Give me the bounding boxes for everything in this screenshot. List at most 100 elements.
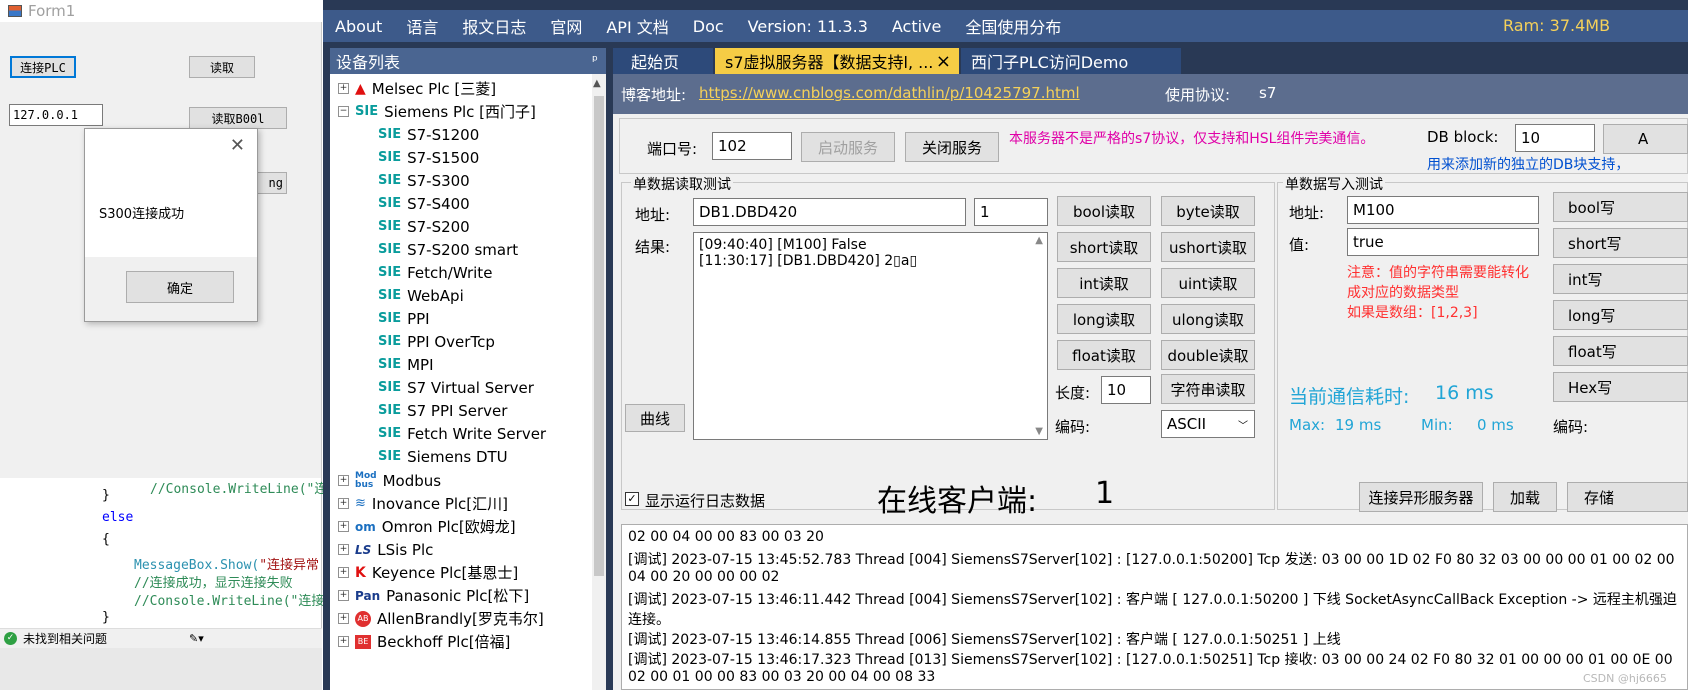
tree-item-s7-s200[interactable]: SIE S7-S200	[378, 214, 470, 239]
tree-item-s7-s300[interactable]: SIE S7-S300	[378, 168, 470, 193]
stop-service-button[interactable]: 关闭服务	[905, 132, 999, 162]
ok-button[interactable]: 确定	[126, 271, 234, 303]
tree-item-s7-s200-smart[interactable]: SIE S7-S200 smart	[378, 237, 518, 262]
menu-api-doc[interactable]: API 文档	[594, 14, 680, 38]
tab-siemens-demo[interactable]: 西门子PLC访问Demo	[961, 48, 1181, 74]
load-button[interactable]: 加载	[1493, 482, 1557, 512]
ulong-read-button[interactable]: ulong读取	[1161, 304, 1255, 334]
result-box[interactable]: [09:40:40] [M100] False [11:30:17] [DB1.…	[693, 232, 1048, 440]
length-input[interactable]: 10	[1101, 376, 1151, 404]
tree-item-omron[interactable]: + om Omron Plc[欧姆龙]	[338, 514, 516, 539]
start-service-button[interactable]: 启动服务	[801, 132, 895, 162]
long-read-button[interactable]: long读取	[1057, 304, 1151, 334]
port-input[interactable]: 102	[712, 132, 792, 160]
collapse-icon[interactable]: −	[338, 106, 349, 117]
short-write-button[interactable]: short写	[1553, 228, 1688, 258]
tab-s7-virtual-server[interactable]: s7虚拟服务器【数据支持l, ... ×	[715, 48, 959, 74]
tree-item-melsec[interactable]: + ▲ Melsec Plc [三菱]	[338, 76, 496, 101]
bool-write-button[interactable]: bool写	[1553, 192, 1688, 222]
menu-about[interactable]: About	[323, 17, 394, 36]
menu-message-log[interactable]: 报文日志	[450, 14, 538, 38]
encoding-select[interactable]: ASCII ﹀	[1161, 410, 1255, 438]
float-write-button[interactable]: float写	[1553, 336, 1688, 366]
log-line: 02 00 04 00 00 83 00 03 20	[628, 529, 824, 545]
bool-read-button[interactable]: bool读取	[1057, 196, 1151, 226]
blog-link[interactable]: https://www.cnblogs.com/dathlin/p/104257…	[699, 84, 1080, 102]
code-editor[interactable]: //Console.WriteLine("连接 } else { Message…	[0, 478, 340, 628]
short-read-button[interactable]: short读取	[1057, 232, 1151, 262]
add-db-button[interactable]: A	[1603, 124, 1688, 154]
show-log-checkbox[interactable]: ✓	[625, 492, 639, 506]
menu-version[interactable]: Version: 11.3.3	[736, 17, 880, 36]
tree-item-inovance[interactable]: + ≋ Inovance Plc[汇川]	[338, 491, 508, 516]
tree-item-beckhoff[interactable]: + BE Beckhoff Plc[倍福]	[338, 629, 510, 654]
expand-icon[interactable]: +	[338, 475, 349, 486]
connect-plc-button[interactable]: 连接PLC	[10, 56, 76, 78]
tree-item-s7-s1500[interactable]: SIE S7-S1500	[378, 145, 479, 170]
string-read-button[interactable]: 字符串读取	[1161, 374, 1255, 404]
scroll-up-icon[interactable]: ▲	[593, 78, 601, 89]
write-address-input[interactable]: M100	[1347, 196, 1539, 224]
close-icon[interactable]: ✕	[230, 135, 245, 156]
expand-icon[interactable]: +	[338, 590, 349, 601]
scroll-up-icon[interactable]: ▲	[1035, 235, 1043, 246]
tree-item-mpi[interactable]: SIE MPI	[378, 352, 434, 377]
tab-start-page[interactable]: 起始页	[613, 48, 713, 74]
db-block-input[interactable]: 10	[1515, 124, 1595, 152]
tree-item-ppi-overtcp[interactable]: SIE PPI OverTcp	[378, 329, 495, 354]
read-count-input[interactable]: 1	[974, 198, 1048, 226]
log-output[interactable]: 02 00 04 00 00 83 00 03 20 [调试] 2023-07-…	[621, 524, 1688, 690]
tree-item-webapi[interactable]: SIE WebApi	[378, 283, 464, 308]
tree-item-lsis[interactable]: + LS LSis Plc	[338, 537, 433, 562]
scroll-down-icon[interactable]: ▼	[1035, 426, 1043, 437]
tree-item-siemens-dtu[interactable]: SIE Siemens DTU	[378, 444, 508, 469]
tree-item-s7-s400[interactable]: SIE S7-S400	[378, 191, 470, 216]
write-value-input[interactable]: true	[1347, 228, 1539, 256]
hex-write-button[interactable]: Hex写	[1553, 372, 1688, 402]
connect-alien-server-button[interactable]: 连接异形服务器	[1359, 482, 1483, 512]
double-read-button[interactable]: double读取	[1161, 340, 1255, 370]
menu-language[interactable]: 语言	[394, 14, 450, 38]
tree-item-panasonic[interactable]: + Pan Panasonic Plc[松下]	[338, 583, 529, 608]
long-write-button[interactable]: long写	[1553, 300, 1688, 330]
int-write-button[interactable]: int写	[1553, 264, 1688, 294]
expand-icon[interactable]: +	[338, 498, 349, 509]
save-button[interactable]: 存储	[1567, 482, 1688, 512]
menu-active[interactable]: Active	[880, 17, 954, 36]
tree-item-keyence[interactable]: + K Keyence Plc[基恩士]	[338, 560, 518, 585]
read-button[interactable]: 读取	[189, 56, 255, 78]
tree-item-allenbradley[interactable]: + AB AllenBrandly[罗克韦尔]	[338, 606, 544, 631]
tree-item-modbus[interactable]: + Mod bus Modbus	[338, 468, 441, 493]
expand-icon[interactable]: +	[338, 613, 349, 624]
uint-read-button[interactable]: uint读取	[1161, 268, 1255, 298]
expand-icon[interactable]: +	[338, 521, 349, 532]
tree-item-label: Modbus	[382, 471, 442, 490]
curve-button[interactable]: 曲线	[625, 404, 685, 432]
tree-item-siemens[interactable]: − SIE Siemens Plc [西门子]	[338, 99, 536, 124]
read-address-input[interactable]: DB1.DBD420	[693, 198, 966, 226]
read-bool-button[interactable]: 读取B00l	[189, 107, 287, 129]
tree-item-fetch-write[interactable]: SIE Fetch/Write	[378, 260, 492, 285]
expand-icon[interactable]: +	[338, 567, 349, 578]
expand-icon[interactable]: +	[338, 636, 349, 647]
brush-dropdown-icon[interactable]: ✎▾	[189, 632, 204, 645]
menu-doc[interactable]: Doc	[681, 17, 736, 36]
byte-read-button[interactable]: byte读取	[1161, 196, 1255, 226]
close-tab-icon[interactable]: ×	[936, 51, 951, 72]
pin-icon[interactable]: ᵖ	[592, 53, 598, 69]
scrollbar-thumb[interactable]	[594, 96, 604, 576]
tree-item-fetch-write-server[interactable]: SIE Fetch Write Server	[378, 421, 546, 446]
ip-input[interactable]: 127.0.0.1	[9, 104, 103, 126]
menu-website[interactable]: 官网	[538, 14, 594, 38]
tree-item-label: S7-S300	[407, 171, 470, 190]
tree-item-s7-s1200[interactable]: SIE S7-S1200	[378, 122, 479, 147]
expand-icon[interactable]: +	[338, 544, 349, 555]
tree-item-s7-virtual-server[interactable]: SIE S7 Virtual Server	[378, 375, 534, 400]
menu-usage-map[interactable]: 全国使用分布	[953, 14, 1073, 38]
float-read-button[interactable]: float读取	[1057, 340, 1151, 370]
expand-icon[interactable]: +	[338, 83, 349, 94]
tree-item-s7-ppi-server[interactable]: SIE S7 PPI Server	[378, 398, 507, 423]
int-read-button[interactable]: int读取	[1057, 268, 1151, 298]
tree-item-ppi[interactable]: SIE PPI	[378, 306, 430, 331]
ushort-read-button[interactable]: ushort读取	[1161, 232, 1255, 262]
